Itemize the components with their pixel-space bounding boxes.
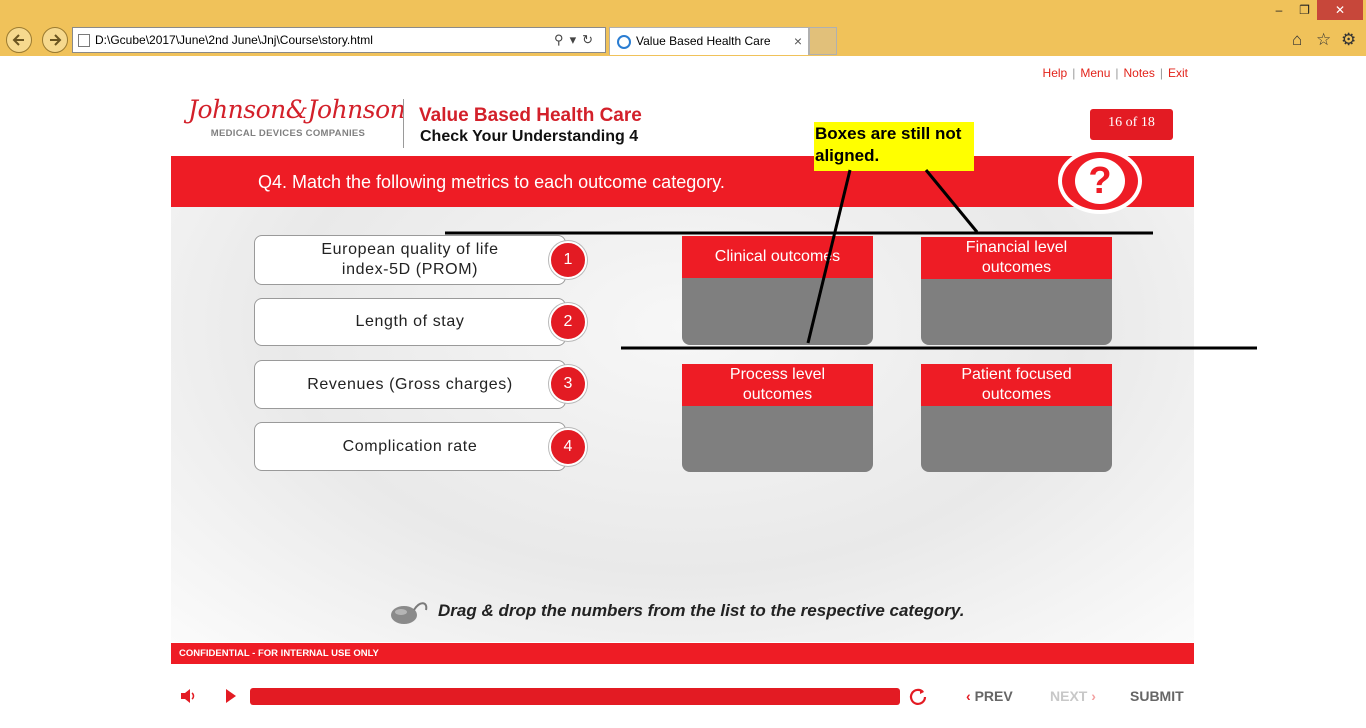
drag-number-2[interactable]: 2 xyxy=(549,303,587,341)
question-mark-glyph: ? xyxy=(1075,158,1125,204)
next-button[interactable]: NEXT › xyxy=(1050,688,1096,704)
replay-icon[interactable] xyxy=(908,687,928,707)
metric-label: Length of stay xyxy=(355,313,465,330)
tab-title: Value Based Health Care xyxy=(636,34,771,48)
progress-bar[interactable] xyxy=(250,688,900,705)
arrow-left-icon xyxy=(12,34,24,46)
ie-icon xyxy=(617,35,631,49)
prev-button[interactable]: ‹ PREV xyxy=(966,688,1013,704)
address-url: D:\Gcube\2017\June\2nd June\Jnj\Course\s… xyxy=(95,33,373,47)
drop-zone-label: Financial level outcomes xyxy=(921,237,1112,279)
page-counter: 16 of 18 xyxy=(1090,109,1173,140)
metric-label: European quality of life index-5D (PROM) xyxy=(321,241,499,278)
search-refresh-icons[interactable]: ⚲▾↻ xyxy=(554,28,599,52)
course-subtitle: Check Your Understanding 4 xyxy=(420,128,639,145)
company-logo: Johnson&Johnson MEDICAL DEVICES COMPANIE… xyxy=(188,95,406,139)
logo-subtitle: MEDICAL DEVICES COMPANIES xyxy=(210,128,366,139)
notes-link[interactable]: Notes xyxy=(1124,66,1155,80)
top-links: Help | Menu | Notes | Exit xyxy=(1042,66,1188,80)
forward-button[interactable] xyxy=(42,27,68,53)
address-bar[interactable]: D:\Gcube\2017\June\2nd June\Jnj\Course\s… xyxy=(72,27,606,53)
drop-zone-patient[interactable]: Patient focused outcomes xyxy=(921,364,1112,472)
restore-button[interactable]: ❐ xyxy=(1292,0,1317,20)
drop-zone-process[interactable]: Process level outcomes xyxy=(682,364,873,472)
question-text: Q4. Match the following metrics to each … xyxy=(258,172,725,192)
drop-zone-label: Patient focused outcomes xyxy=(921,364,1112,406)
drag-mouse-icon xyxy=(391,602,428,624)
chevron-left-icon: ‹ xyxy=(966,688,975,704)
metric-item-3: Revenues (Gross charges) xyxy=(254,360,566,409)
minimize-button[interactable]: – xyxy=(1266,0,1292,20)
logo-script: Johnson&Johnson xyxy=(188,95,406,124)
drag-number-1[interactable]: 1 xyxy=(549,241,587,279)
metric-label: Revenues (Gross charges) xyxy=(307,375,513,393)
menu-link[interactable]: Menu xyxy=(1080,66,1110,80)
play-icon[interactable] xyxy=(225,688,237,704)
favorites-star-icon[interactable]: ☆ xyxy=(1316,30,1331,50)
question-mark-icon: ? xyxy=(1058,148,1142,214)
help-link[interactable]: Help xyxy=(1043,66,1068,80)
exit-link[interactable]: Exit xyxy=(1168,66,1188,80)
back-button[interactable] xyxy=(6,27,32,53)
submit-button[interactable]: SUBMIT xyxy=(1130,688,1184,704)
close-window-button[interactable]: ✕ xyxy=(1317,0,1363,20)
review-annotation-note: Boxes are still not aligned. xyxy=(814,122,974,171)
browser-tab[interactable]: Value Based Health Care × xyxy=(609,27,809,55)
metric-item-4: Complication rate xyxy=(254,422,566,471)
drag-number-4[interactable]: 4 xyxy=(549,428,587,466)
confidential-text: CONFIDENTIAL - FOR INTERNAL USE ONLY xyxy=(179,648,379,659)
page-icon xyxy=(78,34,90,47)
new-tab-button[interactable] xyxy=(809,27,837,55)
header-divider xyxy=(403,99,404,148)
volume-icon[interactable] xyxy=(180,688,198,704)
home-icon[interactable]: ⌂ xyxy=(1292,30,1302,50)
settings-gear-icon[interactable]: ⚙ xyxy=(1341,30,1356,50)
drop-zone-clinical[interactable]: Clinical outcomes xyxy=(682,236,873,345)
instruction-text: Drag & drop the numbers from the list to… xyxy=(438,601,965,620)
course-title: Value Based Health Care xyxy=(419,105,642,126)
drop-zone-label: Clinical outcomes xyxy=(682,236,873,278)
browser-chrome: D:\Gcube\2017\June\2nd June\Jnj\Course\s… xyxy=(0,0,1366,56)
drop-zone-financial[interactable]: Financial level outcomes xyxy=(921,237,1112,345)
metric-item-2: Length of stay xyxy=(254,298,566,346)
metric-item-1: European quality of life index-5D (PROM) xyxy=(254,235,566,285)
chevron-right-icon: › xyxy=(1087,688,1096,704)
tab-close-icon[interactable]: × xyxy=(794,28,802,55)
drag-number-3[interactable]: 3 xyxy=(549,365,587,403)
metric-label: Complication rate xyxy=(342,437,478,455)
drop-zone-label: Process level outcomes xyxy=(682,364,873,406)
arrow-right-icon xyxy=(50,34,62,46)
